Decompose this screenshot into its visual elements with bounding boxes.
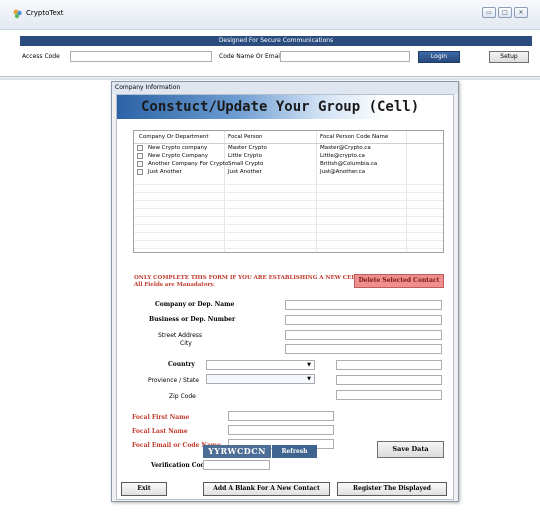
- column-header[interactable]: Focal Person: [228, 134, 263, 140]
- setup-button[interactable]: Setup: [489, 51, 529, 63]
- street-address-field[interactable]: [285, 330, 442, 340]
- table-row[interactable]: Just Another Just Another Just@Another.c…: [134, 168, 443, 176]
- company-cell: New Crypto company: [148, 145, 208, 151]
- province-label: Provience / State: [148, 377, 199, 384]
- country-label: Country: [168, 361, 195, 368]
- country-extra-field[interactable]: [336, 360, 442, 370]
- add-blank-contact-button[interactable]: Add A Blank For A New Contact: [203, 482, 330, 496]
- business-number-label: Business or Dep. Number: [149, 316, 236, 323]
- window-title: CryptoText: [26, 9, 64, 17]
- refresh-button[interactable]: Refresh: [272, 445, 317, 458]
- save-button[interactable]: Save Data: [377, 441, 444, 458]
- grid-line: [134, 240, 443, 241]
- dialog-body: Constuct/Update Your Group (Cell) Compan…: [116, 94, 454, 500]
- code-cell: Just@Another.ca: [320, 169, 366, 175]
- focal-cell: Just Another: [228, 169, 262, 175]
- focal-cell: Small Crypto: [228, 161, 264, 167]
- row-checkbox[interactable]: [137, 145, 143, 151]
- province-extra-field[interactable]: [336, 375, 442, 385]
- warning-text: ONLY COMPLETE THIS FORM IF YOU ARE ESTAB…: [134, 275, 361, 289]
- code-name-input[interactable]: [280, 51, 410, 62]
- country-select[interactable]: ▼: [206, 360, 315, 370]
- code-name-label: Code Name Or Email: [219, 53, 282, 60]
- zip-code-field[interactable]: [336, 390, 442, 400]
- grid-line: [134, 232, 443, 233]
- code-cell: British@Columbia.ca: [320, 161, 378, 167]
- access-code-input[interactable]: [70, 51, 212, 62]
- code-cell: Little@crypto.ca: [320, 153, 365, 159]
- exit-button[interactable]: Exit: [121, 482, 167, 496]
- verification-label: Verification Code: [151, 462, 209, 469]
- grid-line: [134, 200, 443, 201]
- table-row[interactable]: Another Company For Crypto Small Crypto …: [134, 160, 443, 168]
- grid-line: [134, 248, 443, 249]
- page-title: Constuct/Update Your Group (Cell): [141, 99, 420, 115]
- zip-code-label: Zip Code: [169, 393, 196, 400]
- row-checkbox[interactable]: [137, 153, 143, 159]
- row-checkbox[interactable]: [137, 161, 143, 167]
- province-select[interactable]: ▼: [206, 374, 315, 384]
- dialog-title: Company Information: [115, 84, 181, 91]
- company-name-field[interactable]: [285, 300, 442, 310]
- delete-contact-button[interactable]: Delete Selected Contact: [354, 274, 444, 288]
- maximize-button[interactable]: □: [498, 7, 512, 18]
- last-name-field[interactable]: [228, 425, 334, 435]
- main-window: CryptoText ▭ □ ✕ Designed For Secure Com…: [0, 0, 540, 80]
- warning-line-1: ONLY COMPLETE THIS FORM IF YOU ARE ESTAB…: [134, 275, 362, 281]
- first-name-label: Focal First Name: [132, 414, 190, 421]
- window-border: [0, 76, 540, 80]
- register-displayed-button[interactable]: Register The Displayed: [337, 482, 447, 496]
- focal-cell: Little Crypto: [228, 153, 262, 159]
- grid-line: [134, 184, 443, 185]
- street-address-label: Street Address: [158, 332, 203, 339]
- close-button[interactable]: ✕: [514, 7, 528, 18]
- company-cell: New Crypto Company: [148, 153, 209, 159]
- login-button[interactable]: Login: [418, 51, 460, 63]
- banner: Designed For Secure Communications: [20, 36, 532, 46]
- business-number-field[interactable]: [285, 315, 442, 325]
- title-bar: [0, 0, 540, 30]
- focal-cell: Master Crypto: [228, 145, 267, 151]
- company-cell: Just Another: [148, 169, 182, 175]
- company-name-label: Company or Dep. Name: [155, 301, 235, 308]
- minimize-button[interactable]: ▭: [482, 7, 496, 18]
- city-label: City: [180, 340, 192, 347]
- contacts-grid[interactable]: Company Or Department Focal Person Focal…: [133, 130, 444, 253]
- grid-line: [134, 208, 443, 209]
- grid-line: [134, 224, 443, 225]
- verification-field[interactable]: [203, 460, 270, 470]
- first-name-field[interactable]: [228, 411, 334, 421]
- table-row[interactable]: New Crypto company Master Crypto Master@…: [134, 144, 443, 152]
- access-code-label: Access Code: [22, 53, 60, 60]
- warning-line-2: All Fields are Manadatory.: [134, 282, 215, 288]
- last-name-label: Focal Last Name: [132, 428, 188, 435]
- column-header[interactable]: Company Or Department: [139, 134, 209, 140]
- app-icon: [13, 9, 22, 19]
- chevron-down-icon: ▼: [307, 376, 311, 382]
- city-field[interactable]: [285, 344, 442, 354]
- chevron-down-icon: ▼: [307, 362, 311, 368]
- column-header[interactable]: Focal Person Code Name: [320, 134, 388, 140]
- grid-line: [134, 192, 443, 193]
- row-checkbox[interactable]: [137, 169, 143, 175]
- code-cell: Master@Crypto.ca: [320, 145, 371, 151]
- company-cell: Another Company For Crypto: [148, 161, 229, 167]
- captcha-image: YYRWCDCN: [203, 445, 271, 458]
- company-info-dialog: Company Information Constuct/Update Your…: [111, 81, 459, 502]
- grid-line: [134, 216, 443, 217]
- table-row[interactable]: New Crypto Company Little Crypto Little@…: [134, 152, 443, 160]
